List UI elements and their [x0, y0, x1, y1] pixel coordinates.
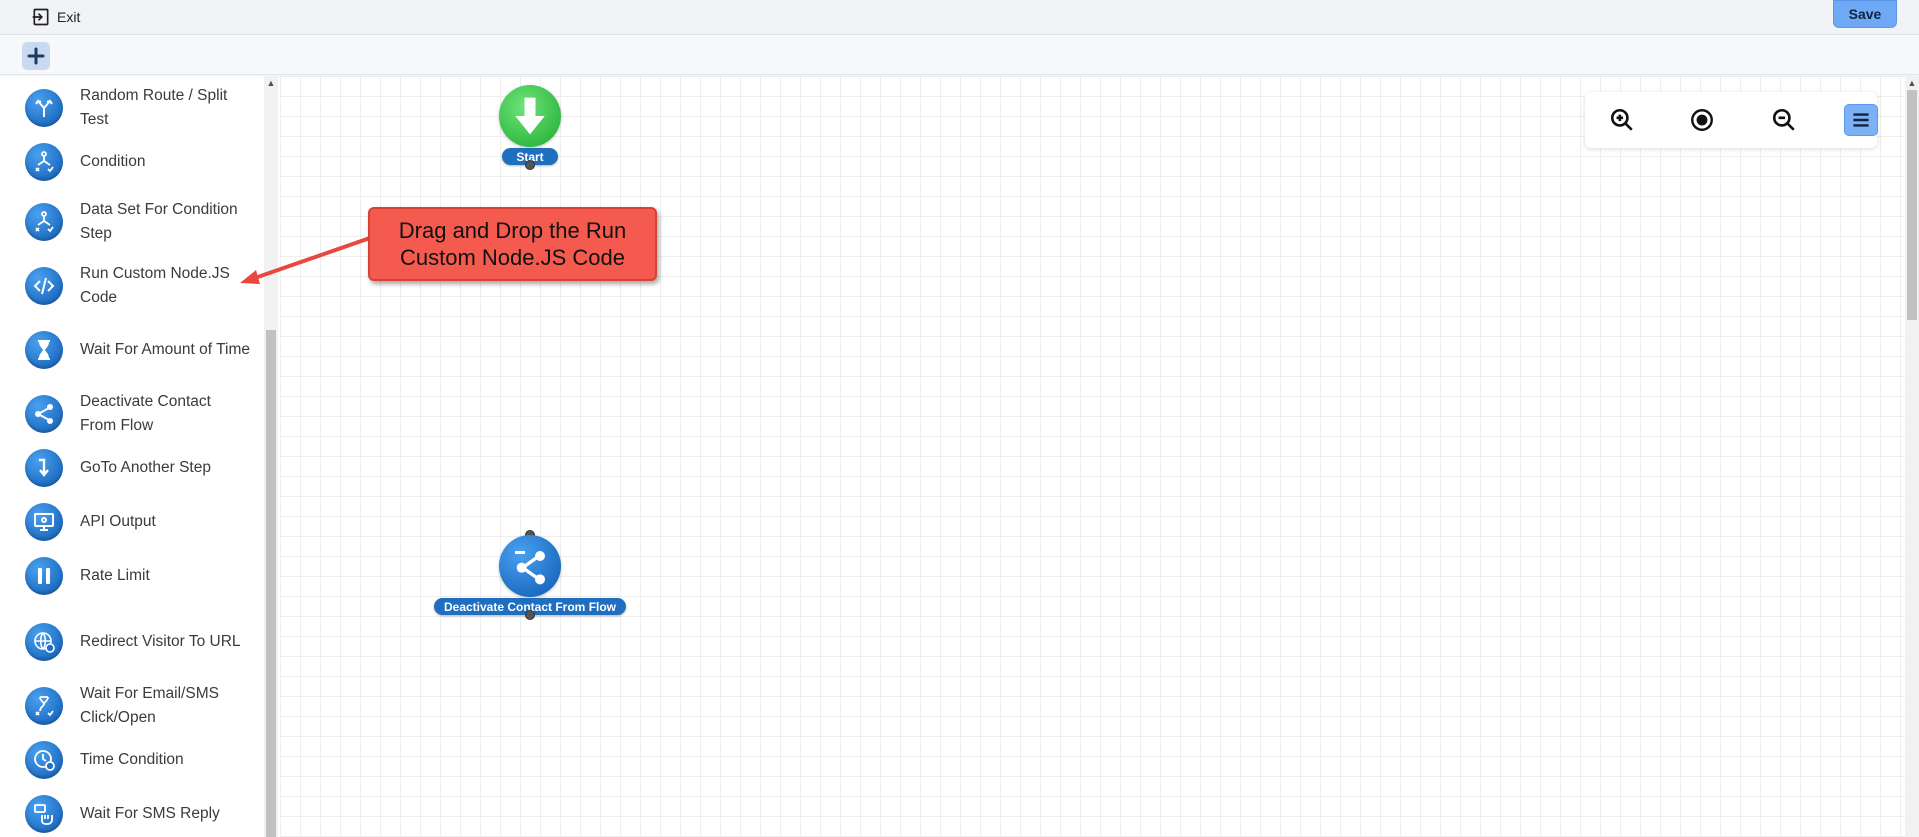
hourglass-icon — [25, 331, 63, 369]
share-icon — [25, 395, 63, 433]
sidebar-item-run-custom-code[interactable]: Run Custom Node.JS Code — [0, 262, 262, 310]
menu-icon — [1853, 113, 1869, 127]
sidebar-item-label: Deactivate Contact From Flow — [80, 393, 211, 434]
pause-icon — [25, 557, 63, 595]
globe-icon — [25, 623, 63, 661]
scroll-up-arrow-icon[interactable]: ▲ — [264, 76, 278, 90]
start-node[interactable] — [499, 85, 561, 147]
deactivate-output-port[interactable] — [525, 610, 535, 620]
share-icon — [515, 551, 545, 585]
sidebar-item-label: Condition — [80, 153, 146, 170]
exit-label: Exit — [57, 9, 81, 25]
menu-button[interactable] — [1844, 104, 1878, 136]
deactivate-contact-node[interactable] — [499, 535, 561, 597]
zoom-toolbar — [1585, 92, 1878, 148]
flow-canvas[interactable] — [280, 76, 1905, 837]
wait-click-icon — [25, 687, 63, 725]
sidebar-item-label: GoTo Another Step — [80, 459, 211, 476]
sidebar-item-random-route[interactable]: Random Route / Split Test — [0, 84, 262, 132]
sidebar-item-wait-sms-reply[interactable]: Wait For SMS Reply — [0, 790, 262, 837]
canvas-scroll-thumb[interactable] — [1907, 90, 1917, 320]
code-icon — [25, 267, 63, 305]
center-button[interactable] — [1685, 104, 1719, 136]
sidebar-item-wait-time[interactable]: Wait For Amount of Time — [0, 326, 262, 374]
zoom-out-button[interactable] — [1767, 104, 1801, 136]
sidebar-item-goto-step[interactable]: GoTo Another Step — [0, 444, 262, 492]
instruction-callout: Drag and Drop the Run Custom Node.JS Cod… — [368, 207, 657, 281]
sidebar-item-deactivate-contact[interactable]: Deactivate Contact From Flow — [0, 390, 262, 438]
zoom-in-button[interactable] — [1605, 104, 1639, 136]
sidebar-item-label: Time Condition — [80, 751, 184, 768]
scroll-up-arrow-icon[interactable]: ▲ — [1905, 76, 1919, 90]
sidebar-item-label: Redirect Visitor To URL — [80, 633, 241, 650]
zoom-in-icon — [1610, 108, 1633, 131]
add-button[interactable] — [22, 42, 50, 70]
clock-icon — [25, 741, 63, 779]
goto-arrow-icon — [25, 449, 63, 487]
sidebar-item-label: Wait For SMS Reply — [80, 805, 220, 822]
sidebar-item-wait-email-sms[interactable]: Wait For Email/SMS Click/Open — [0, 682, 262, 730]
sidebar-item-data-set-condition[interactable]: Data Set For Condition Step — [0, 198, 262, 246]
sub-toolbar — [0, 35, 1919, 75]
top-bar: Exit Save — [0, 0, 1919, 35]
zoom-out-icon — [1772, 108, 1795, 131]
save-button[interactable]: Save — [1833, 0, 1897, 28]
annotation-arrow — [240, 236, 371, 284]
sidebar-scroll-thumb[interactable] — [266, 330, 276, 837]
dataset-condition-icon — [25, 203, 63, 241]
sidebar-item-api-output[interactable]: API Output — [0, 498, 262, 546]
sidebar-item-condition[interactable]: Condition — [0, 138, 262, 186]
sidebar-item-label: Run Custom Node.JS Code — [80, 265, 230, 306]
sidebar-item-label: Rate Limit — [80, 567, 150, 584]
condition-icon — [25, 143, 63, 181]
sidebar-item-redirect-url[interactable]: Redirect Visitor To URL — [0, 618, 262, 666]
sidebar-item-time-condition[interactable]: Time Condition — [0, 736, 262, 784]
sidebar-scrollbar[interactable]: ▲ — [264, 76, 278, 837]
center-icon — [1691, 109, 1713, 131]
arrow-down-icon — [515, 97, 545, 135]
monitor-icon — [25, 503, 63, 541]
sidebar-item-label: Data Set For Condition Step — [80, 201, 238, 242]
sms-reply-icon — [25, 795, 63, 833]
sidebar-item-rate-limit[interactable]: Rate Limit — [0, 552, 262, 600]
split-route-icon — [25, 89, 63, 127]
sidebar-item-label: Wait For Email/SMS Click/Open — [80, 685, 219, 726]
step-palette: Random Route / Split Test Condition Data… — [0, 76, 263, 837]
start-output-port[interactable] — [525, 160, 535, 170]
exit-button[interactable]: Exit — [31, 6, 80, 28]
canvas-scrollbar[interactable]: ▲ — [1905, 76, 1919, 837]
plus-icon — [27, 47, 45, 65]
sidebar-item-label: API Output — [80, 513, 156, 530]
sidebar-item-label: Wait For Amount of Time — [80, 341, 250, 358]
sidebar-item-label: Random Route / Split Test — [80, 87, 228, 128]
exit-icon — [32, 8, 49, 26]
